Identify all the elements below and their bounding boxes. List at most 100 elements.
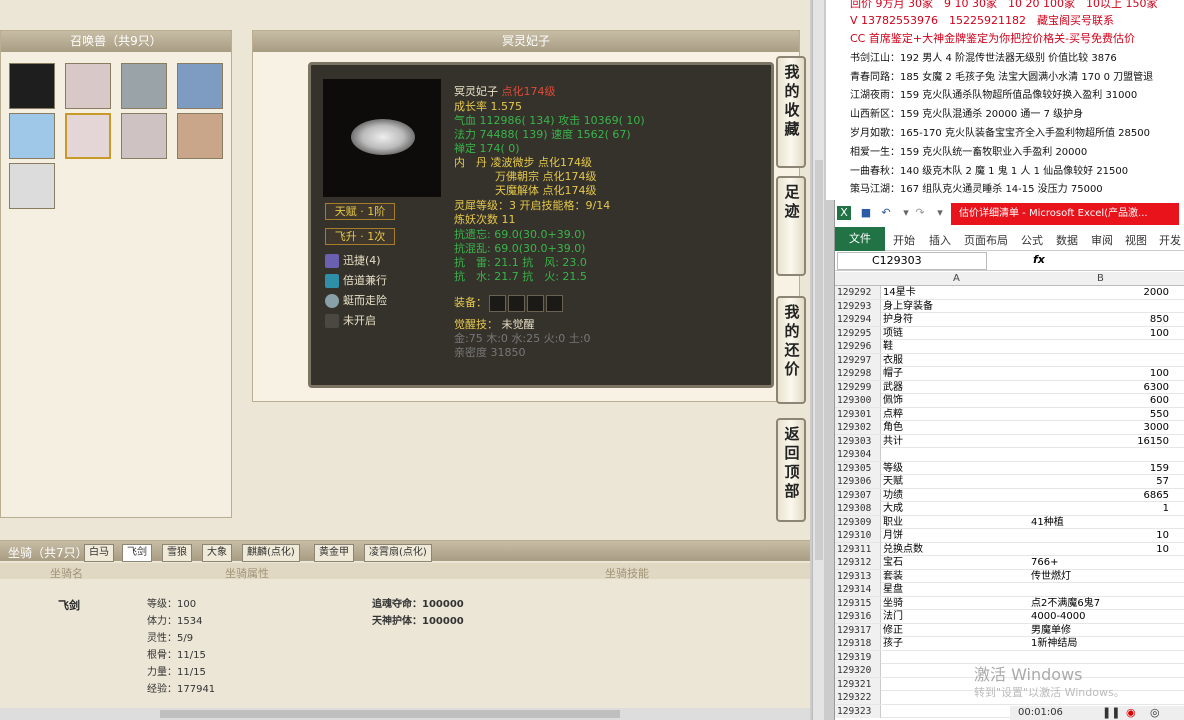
row-number[interactable]: 129316	[835, 610, 881, 623]
pet-thumb-6-selected[interactable]	[65, 113, 111, 159]
row-number[interactable]: 129296	[835, 340, 881, 353]
cell-b[interactable]: 159	[1031, 462, 1169, 475]
row-number[interactable]: 129313	[835, 569, 881, 583]
skill-3[interactable]: 蜓而走险	[325, 292, 387, 308]
pet-thumb-3[interactable]	[121, 63, 167, 109]
sheet-row[interactable]: 129307 功绩 6865	[835, 488, 1184, 502]
redo-icon[interactable]: ↷	[913, 206, 927, 220]
sheet-row[interactable]: 129314 星盘	[835, 583, 1184, 597]
vscroll-thumb[interactable]	[815, 160, 823, 560]
sheet-row[interactable]: 129317 修正 男魔单修	[835, 623, 1184, 637]
cell-a[interactable]: 兑换点数	[883, 543, 1029, 556]
sheet-row[interactable]: 129292 14星卡 2000	[835, 286, 1184, 300]
cell-b[interactable]: 4000-4000	[1031, 610, 1169, 623]
sheet-row[interactable]: 129303 共计 16150	[835, 434, 1184, 448]
cell-b[interactable]: 100	[1031, 367, 1169, 380]
record-icon[interactable]: ◉	[1126, 706, 1136, 719]
skill-1[interactable]: 迅捷(4)	[325, 252, 381, 268]
sheet-row[interactable]: 129306 天赋 57	[835, 475, 1184, 489]
fx-icon[interactable]: fx	[1033, 253, 1045, 266]
row-number[interactable]: 129299	[835, 380, 881, 394]
horizontal-scrollbar[interactable]	[0, 708, 810, 720]
cell-a[interactable]: 月饼	[883, 529, 1029, 542]
cell-a[interactable]: 星盘	[883, 583, 1029, 596]
row-number[interactable]: 129297	[835, 353, 881, 367]
cell-a[interactable]: 功绩	[883, 489, 1029, 502]
row-number[interactable]: 129309	[835, 515, 881, 529]
cell-b[interactable]: 57	[1031, 475, 1169, 488]
sheet-row[interactable]: 129304	[835, 448, 1184, 462]
pet-thumb-9[interactable]	[9, 163, 55, 209]
cell-b[interactable]: 41种植	[1031, 516, 1169, 529]
cell-b[interactable]: 1新神结局	[1031, 637, 1169, 650]
cell-b[interactable]: 600	[1031, 394, 1169, 407]
sheet-row[interactable]: 129295 项链 100	[835, 326, 1184, 340]
undo-icon[interactable]: ↶	[879, 206, 893, 220]
cell-b[interactable]: 550	[1031, 408, 1169, 421]
ribbon-tab-layout[interactable]: 页面布局	[964, 232, 1008, 248]
cell-b[interactable]: 766+	[1031, 556, 1169, 569]
cell-b[interactable]: 传世燃灯	[1031, 570, 1169, 583]
row-number[interactable]: 129310	[835, 529, 881, 542]
mount-tab-4[interactable]: 大象	[202, 544, 232, 562]
row-number[interactable]: 129320	[835, 664, 881, 677]
equip-slot-2[interactable]	[508, 294, 525, 312]
cell-a[interactable]: 等级	[883, 462, 1029, 475]
row-number[interactable]: 129317	[835, 623, 881, 637]
cell-a[interactable]: 天赋	[883, 475, 1029, 488]
cell-a[interactable]: 套装	[883, 570, 1029, 583]
equip-slot-3[interactable]	[527, 294, 544, 312]
row-number[interactable]: 129319	[835, 650, 881, 664]
back-to-top-button[interactable]: 返回顶部	[776, 418, 806, 522]
row-number[interactable]: 129295	[835, 326, 881, 340]
sheet-row[interactable]: 129294 护身符 850	[835, 313, 1184, 327]
sheet-row[interactable]: 129301 点粹 550	[835, 407, 1184, 421]
sheet-row[interactable]: 129310 月饼 10	[835, 529, 1184, 543]
pet-thumb-5[interactable]	[9, 113, 55, 159]
pet-thumb-2[interactable]	[65, 63, 111, 109]
cell-a[interactable]: 坐骑	[883, 597, 1029, 610]
sheet-row[interactable]: 129297 衣服	[835, 353, 1184, 367]
sheet-row[interactable]: 129312 宝石 766+	[835, 556, 1184, 570]
row-number[interactable]: 129315	[835, 596, 881, 610]
sheet-row[interactable]: 129300 佩饰 600	[835, 394, 1184, 408]
row-number[interactable]: 129293	[835, 299, 881, 313]
cell-a[interactable]: 鞋	[883, 340, 1029, 353]
col-a-header[interactable]: A	[953, 273, 960, 284]
ribbon-tab-insert[interactable]: 插入	[929, 232, 951, 248]
cell-a[interactable]: 职业	[883, 516, 1029, 529]
sheet-row[interactable]: 129316 法门 4000-4000	[835, 610, 1184, 624]
pet-thumb-8[interactable]	[177, 113, 223, 159]
mount-tab-7[interactable]: 凌霄扇(点化)	[364, 544, 432, 562]
row-number[interactable]: 129323	[835, 704, 881, 718]
mount-tab-2[interactable]: 飞剑	[122, 544, 152, 562]
ribbon-tab-formula[interactable]: 公式	[1021, 232, 1043, 248]
sheet-row[interactable]: 129313 套装 传世燃灯	[835, 569, 1184, 583]
customize-icon[interactable]: ▾	[933, 206, 947, 220]
cell-b[interactable]: 850	[1031, 313, 1169, 326]
row-number[interactable]: 129311	[835, 542, 881, 556]
cell-b[interactable]: 16150	[1031, 435, 1169, 448]
cell-a[interactable]: 身上穿装备	[883, 300, 1029, 313]
cell-b[interactable]: 10	[1031, 529, 1169, 542]
cell-a[interactable]: 法门	[883, 610, 1029, 623]
row-number[interactable]: 129300	[835, 394, 881, 407]
cell-a[interactable]: 宝石	[883, 556, 1029, 569]
pause-icon[interactable]: ❚❚	[1102, 706, 1120, 719]
row-number[interactable]: 129294	[835, 313, 881, 326]
row-number[interactable]: 129307	[835, 488, 881, 502]
sheet-row[interactable]: 129311 兑换点数 10	[835, 542, 1184, 556]
cell-b[interactable]: 1	[1031, 502, 1169, 515]
camera-icon[interactable]: ◎	[1150, 706, 1160, 719]
cell-b[interactable]: 10	[1031, 543, 1169, 556]
cell-a[interactable]: 点粹	[883, 408, 1029, 421]
mount-tab-6[interactable]: 黄金甲	[314, 544, 354, 562]
cell-b[interactable]: 男魔单修	[1031, 624, 1169, 637]
dropdown-icon[interactable]: ▾	[899, 206, 913, 220]
sheet-row[interactable]: 129296 鞋	[835, 340, 1184, 354]
footprint-button[interactable]: 足迹	[776, 176, 806, 276]
cell-a[interactable]: 修正	[883, 624, 1029, 637]
mount-tab-3[interactable]: 雪狼	[162, 544, 192, 562]
cell-a[interactable]: 武器	[883, 381, 1029, 394]
row-number[interactable]: 129303	[835, 434, 881, 448]
